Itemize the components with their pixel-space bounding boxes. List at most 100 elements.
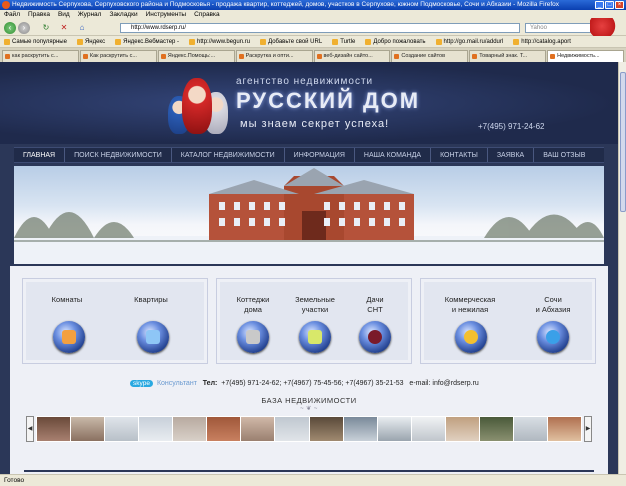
bookmark-icon xyxy=(365,38,372,45)
bookmark-label: Добро пожаловать xyxy=(373,38,426,45)
tab[interactable]: Раскрутка и опти... xyxy=(235,50,313,62)
category-label-land[interactable]: Земельные участки xyxy=(283,295,347,315)
bookmark-label: Добавьте свой URL xyxy=(268,38,323,45)
baza-title: БАЗА НЕДВИЖИМОСТИ xyxy=(261,396,357,405)
close-button[interactable]: × xyxy=(615,1,624,9)
back-icon[interactable]: ‹ xyxy=(4,22,16,34)
bookmark-item[interactable]: Добро пожаловать xyxy=(365,36,426,47)
category-label-cottages[interactable]: Коттеджи дома xyxy=(223,295,283,315)
stop-icon[interactable]: ✕ xyxy=(58,22,70,34)
bookmark-icon xyxy=(435,38,442,45)
tab-active[interactable]: Недвижимость... xyxy=(547,50,624,62)
bookmark-icon xyxy=(513,38,520,45)
category-label-rooms[interactable]: Комнаты xyxy=(37,295,97,305)
url-bar[interactable]: http://www.rdserp.ru/ xyxy=(120,23,520,33)
carousel-prev-button[interactable]: ◀ xyxy=(26,416,34,442)
menu-item-info[interactable]: ИНФОРМАЦИЯ xyxy=(285,148,355,162)
rooms-icon[interactable] xyxy=(53,321,85,353)
menu-tools[interactable]: Инструменты xyxy=(146,10,187,20)
skype-icon[interactable]: skype xyxy=(130,380,153,387)
property-thumbnail[interactable] xyxy=(547,417,581,441)
category-label-flats[interactable]: Квартиры xyxy=(121,295,181,305)
baza-heading: БАЗА НЕДВИЖИМОСТИ ~ ❦ ~ xyxy=(10,396,608,412)
bookmark-icon xyxy=(260,38,267,45)
tab[interactable]: Товарный знак. Т... xyxy=(469,50,547,62)
property-thumbnail[interactable] xyxy=(513,417,547,441)
property-thumbnail[interactable] xyxy=(207,417,241,441)
tab[interactable]: веб-дизайн сайто... xyxy=(313,50,391,62)
property-thumbnail[interactable] xyxy=(37,417,71,441)
search-input[interactable]: Yahoo xyxy=(525,23,600,33)
scrollbar-thumb[interactable] xyxy=(620,72,626,212)
bookmark-item[interactable]: Яндекс xyxy=(76,36,105,47)
vertical-scrollbar[interactable] xyxy=(618,62,626,474)
email-link[interactable]: info@rdserp.ru xyxy=(432,380,478,387)
bookmark-item[interactable]: http://go.mail.ru/addurl xyxy=(435,36,503,47)
property-thumbnail[interactable] xyxy=(105,417,139,441)
bookmark-item[interactable]: Turtle xyxy=(332,36,355,47)
category-label-commercial[interactable]: Коммерческая и нежилая xyxy=(435,295,505,315)
menu-item-request[interactable]: ЗАЯВКА xyxy=(488,148,535,162)
menu-item-catalog[interactable]: КАТАЛОГ НЕДВИЖИМОСТИ xyxy=(172,148,285,162)
maximize-button[interactable]: □ xyxy=(605,1,614,9)
property-thumbnail[interactable] xyxy=(411,417,445,441)
menu-file[interactable]: Файл xyxy=(4,10,20,20)
sochi-icon[interactable] xyxy=(537,321,569,353)
menu-view[interactable]: Вид xyxy=(58,10,70,20)
property-thumbnail[interactable] xyxy=(71,417,105,441)
bookmark-label: http://catalog.aport xyxy=(521,38,571,45)
land-icon[interactable] xyxy=(299,321,331,353)
ornament-divider-icon: ~ ❦ ~ xyxy=(300,406,318,412)
tab[interactable]: Яндекс.Помощь:... xyxy=(157,50,235,62)
main-content: Комнаты Квартиры Коттеджи дома Земельные… xyxy=(10,266,608,474)
menu-bookmarks[interactable]: Закладки xyxy=(109,10,137,20)
property-thumbnail[interactable] xyxy=(445,417,479,441)
bookmark-item[interactable]: Яндекс.Вебмастер - xyxy=(115,36,179,47)
menu-bar: Файл Правка Вид Журнал Закладки Инструме… xyxy=(0,10,626,20)
menu-item-team[interactable]: НАША КОМАНДА xyxy=(355,148,432,162)
cottages-icon[interactable] xyxy=(237,321,269,353)
ladybug-decoration-icon xyxy=(590,18,620,38)
category-label-dachas[interactable]: Дачи СНТ xyxy=(345,295,405,315)
tel-label: Тел: xyxy=(202,380,218,387)
consultant-label[interactable]: Консультант xyxy=(157,380,197,387)
property-thumbnail[interactable] xyxy=(241,417,275,441)
forward-icon[interactable]: › xyxy=(18,22,30,34)
header-slogan: мы знаем секрет успеха! xyxy=(240,118,390,130)
bookmark-item[interactable]: Самые популярные xyxy=(4,36,67,47)
matryoshka-logo-icon xyxy=(168,72,230,134)
tab[interactable]: Как раскрутить с... xyxy=(79,50,157,62)
property-thumbnail[interactable] xyxy=(479,417,513,441)
reload-icon[interactable]: ↻ xyxy=(40,22,52,34)
bookmark-item[interactable]: http://catalog.aport xyxy=(513,36,571,47)
category-group-apartments: Комнаты Квартиры xyxy=(22,278,208,364)
tab[interactable]: Создание сайтов xyxy=(391,50,469,62)
bookmark-item[interactable]: Добавьте свой URL xyxy=(260,36,322,47)
menu-item-contacts[interactable]: КОНТАКТЫ xyxy=(431,148,488,162)
header-tagline-top: агентство недвижимости xyxy=(236,76,374,87)
menu-edit[interactable]: Правка xyxy=(28,10,50,20)
minimize-button[interactable]: _ xyxy=(595,1,604,9)
commercial-icon[interactable] xyxy=(455,321,487,353)
carousel-next-button[interactable]: ▶ xyxy=(584,416,592,442)
bookmark-item[interactable]: http://www.begun.ru xyxy=(189,36,250,47)
property-thumbnail[interactable] xyxy=(343,417,377,441)
property-thumbnail[interactable] xyxy=(139,417,173,441)
menu-history[interactable]: Журнал xyxy=(78,10,102,20)
category-group-commercial: Коммерческая и нежилая Сочи и Абхазия xyxy=(420,278,596,364)
browser-window: Недвижимость Серпухова, Серпуховского ра… xyxy=(0,0,626,486)
content-bottom-rule xyxy=(24,470,594,472)
property-thumbnail[interactable] xyxy=(377,417,411,441)
category-label-sochi[interactable]: Сочи и Абхазия xyxy=(521,295,585,315)
flats-icon[interactable] xyxy=(137,321,169,353)
tab[interactable]: как раскрутить с... xyxy=(2,50,79,62)
menu-help[interactable]: Справка xyxy=(194,10,220,20)
dachas-icon[interactable] xyxy=(359,321,391,353)
property-thumbnail[interactable] xyxy=(275,417,309,441)
menu-item-search[interactable]: ПОИСК НЕДВИЖИМОСТИ xyxy=(65,148,172,162)
menu-item-review[interactable]: ВАШ ОТЗЫВ xyxy=(534,148,594,162)
property-thumbnail[interactable] xyxy=(173,417,207,441)
menu-item-home[interactable]: ГЛАВНАЯ xyxy=(14,148,66,162)
property-thumbnail[interactable] xyxy=(309,417,343,441)
home-icon[interactable]: ⌂ xyxy=(76,22,88,34)
